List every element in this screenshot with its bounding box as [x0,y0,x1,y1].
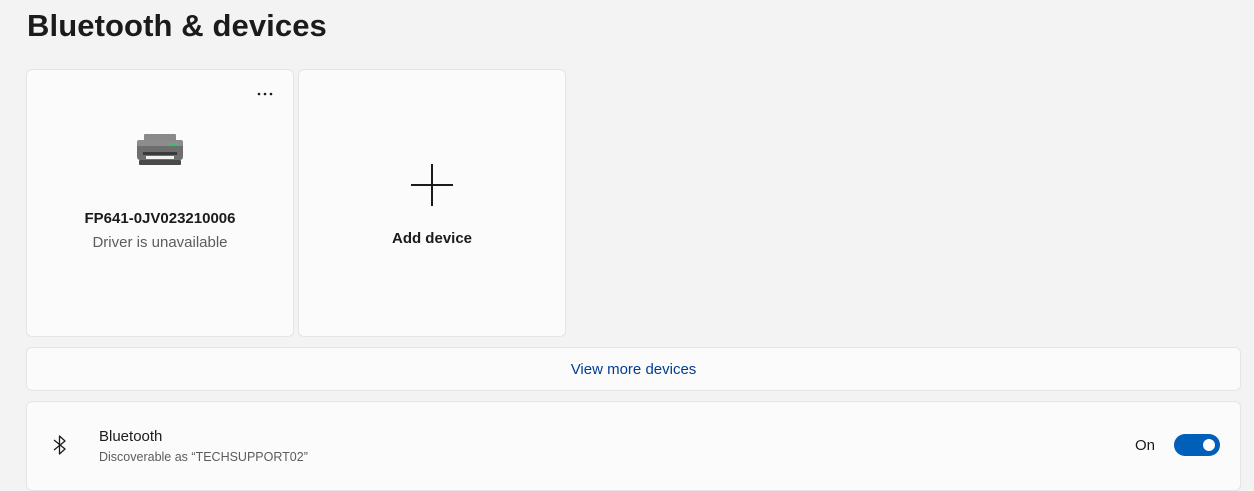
bluetooth-setting-row: Bluetooth Discoverable as “TECHSUPPORT02… [26,401,1241,491]
bluetooth-icon [53,435,66,455]
device-card-printer[interactable]: FP641-0JV023210006 Driver is unavailable [26,69,294,337]
bluetooth-toggle[interactable] [1174,434,1220,456]
device-name: FP641-0JV023210006 [84,210,236,227]
bluetooth-toggle-state: On [1134,437,1155,454]
more-options-icon [257,92,273,96]
view-more-devices-label: View more devices [570,360,697,378]
plus-icon [411,164,453,206]
bluetooth-title: Bluetooth [99,428,163,445]
add-device-label: Add device [391,230,473,247]
bluetooth-subtitle: Discoverable as “TECHSUPPORT02” [99,450,308,464]
add-device-button[interactable]: Add device [298,69,566,337]
view-more-devices-button[interactable]: View more devices [26,347,1241,391]
device-status: Driver is unavailable [92,234,228,251]
page-title: Bluetooth & devices [27,8,327,43]
more-options-button[interactable] [251,82,279,106]
toggle-knob [1203,439,1215,451]
printer-icon [137,134,183,165]
